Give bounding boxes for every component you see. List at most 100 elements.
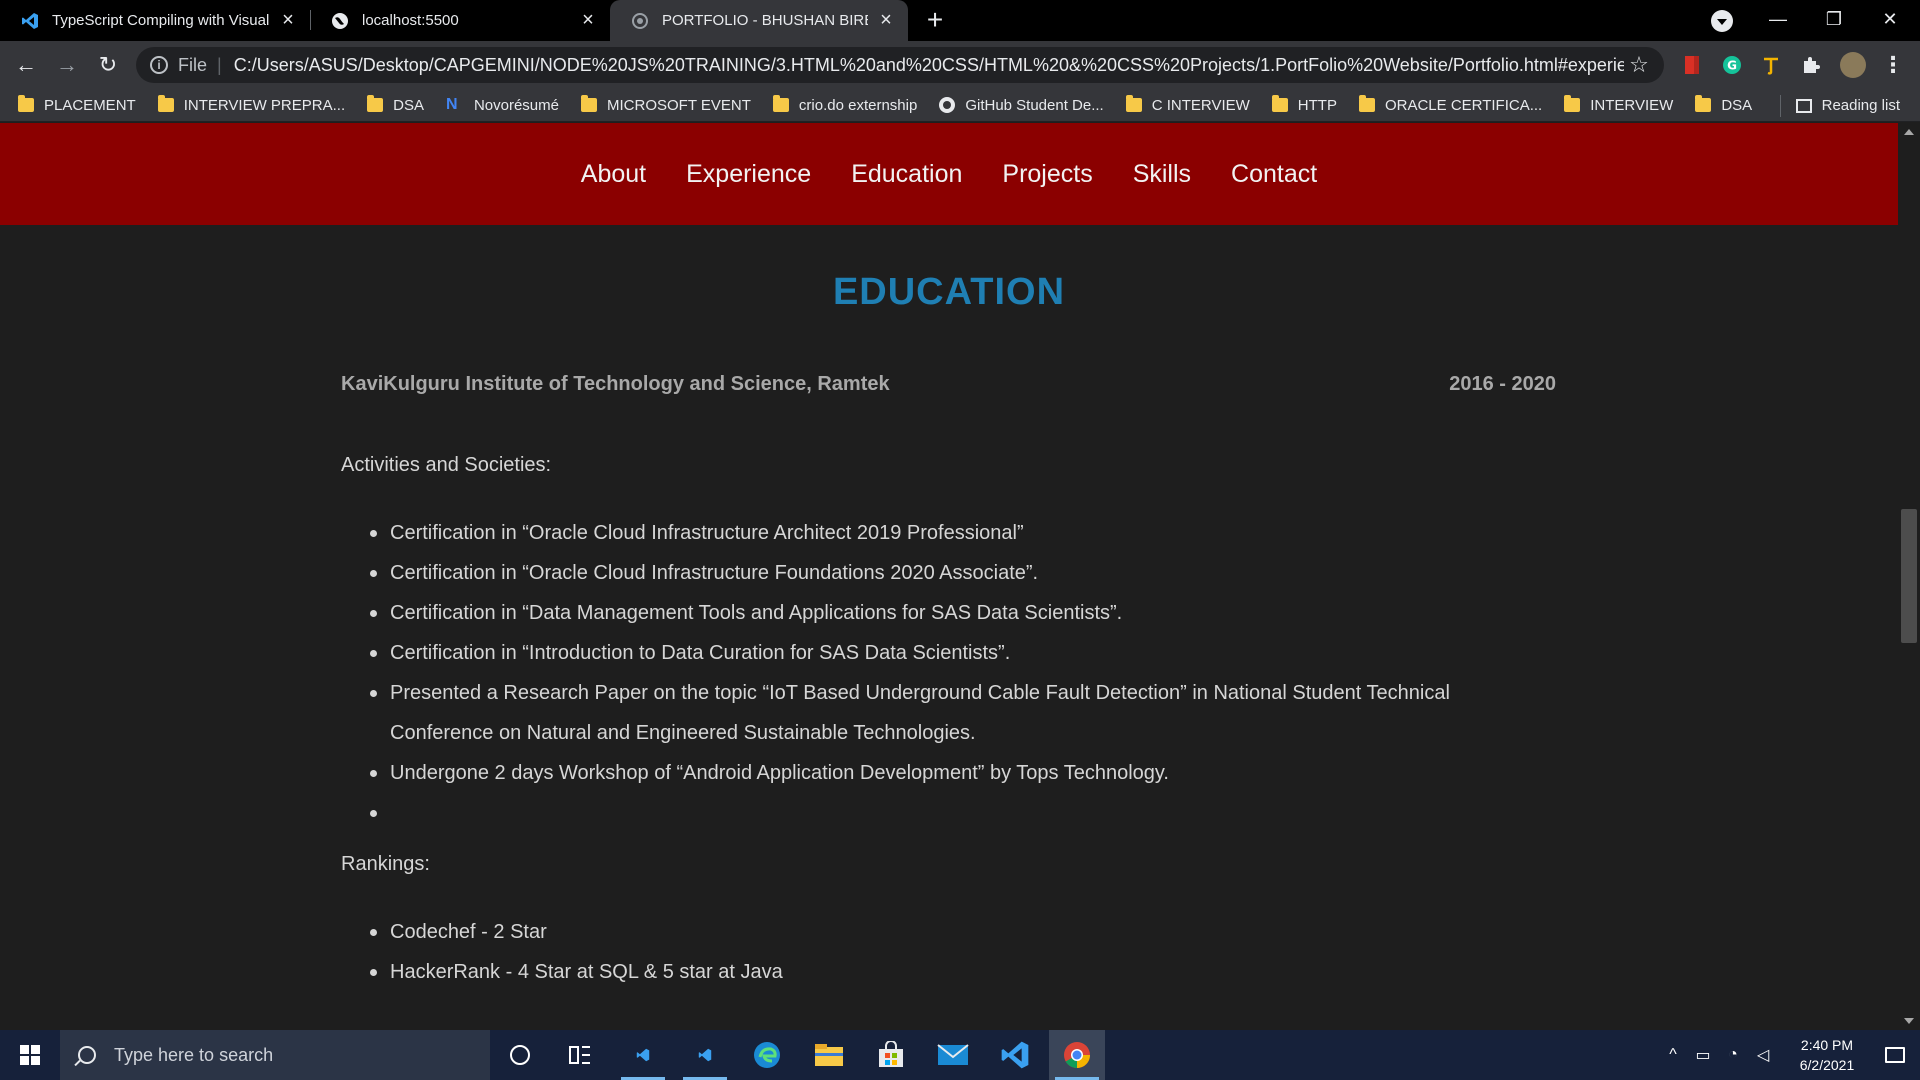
minimize-button[interactable]: — bbox=[1750, 0, 1806, 41]
bookmark-interview[interactable]: INTERVIEW bbox=[1564, 95, 1673, 114]
reload-button[interactable]: ↻ bbox=[92, 49, 124, 81]
list-item: Certification in “Introduction to Data C… bbox=[370, 633, 1556, 673]
bookmarks-divider bbox=[1780, 95, 1781, 117]
bookmark-novoresume[interactable]: N Novorésumé bbox=[446, 97, 559, 114]
bookmark-github-student[interactable]: GitHub Student De... bbox=[939, 96, 1104, 114]
vscode-taskbar-button-2[interactable] bbox=[677, 1030, 733, 1080]
bookmark-http[interactable]: HTTP bbox=[1271, 95, 1337, 114]
task-view-button[interactable] bbox=[552, 1030, 608, 1080]
wifi-icon[interactable]: ◔ bbox=[1718, 1046, 1748, 1064]
screen: TypeScript Compiling with Visual × local… bbox=[0, 0, 1920, 1080]
education-content: KaviKulguru Institute of Technology and … bbox=[341, 373, 1556, 992]
nav-skills[interactable]: Skills bbox=[1133, 160, 1191, 189]
vscode-taskbar-button[interactable] bbox=[615, 1030, 671, 1080]
bookmark-ext-icon[interactable] bbox=[1681, 54, 1703, 76]
section-title: EDUCATION bbox=[832, 271, 1066, 313]
chrome-taskbar-button[interactable] bbox=[1049, 1030, 1105, 1080]
clock[interactable]: 2:40 PM 6/2/2021 bbox=[1784, 1035, 1870, 1075]
url-text[interactable]: C:/Users/ASUS/Desktop/CAPGEMINI/NODE%20J… bbox=[234, 55, 1624, 76]
address-bar[interactable]: i File | C:/Users/ASUS/Desktop/CAPGEMINI… bbox=[136, 47, 1664, 83]
list-item: Codechef - 2 Star bbox=[370, 912, 1556, 952]
tab-search-icon[interactable] bbox=[1711, 10, 1733, 32]
edge-taskbar-button[interactable] bbox=[739, 1030, 795, 1080]
tab-close-icon[interactable]: × bbox=[278, 9, 298, 32]
nav-experience[interactable]: Experience bbox=[686, 160, 811, 189]
activities-heading: Activities and Societies: bbox=[341, 454, 552, 476]
folder-icon bbox=[18, 95, 34, 112]
start-button[interactable] bbox=[0, 1030, 60, 1080]
tab-close-icon[interactable]: × bbox=[876, 9, 896, 32]
new-tab-button[interactable]: + bbox=[920, 4, 950, 36]
nav-education[interactable]: Education bbox=[851, 160, 962, 189]
nav-projects[interactable]: Projects bbox=[1002, 160, 1092, 189]
store-icon bbox=[879, 1041, 903, 1067]
page-scrollbar[interactable] bbox=[1898, 123, 1920, 1030]
list-item bbox=[370, 793, 1556, 833]
info-icon[interactable]: i bbox=[150, 56, 168, 74]
menu-icon[interactable]: ⋮ bbox=[1882, 52, 1904, 77]
bookmark-dsa-2[interactable]: DSA bbox=[1695, 95, 1753, 114]
bookmark-crio[interactable]: crio.do externship bbox=[772, 95, 918, 114]
scroll-down-icon[interactable] bbox=[1904, 1018, 1914, 1024]
notification-button[interactable] bbox=[1870, 1030, 1920, 1080]
puzzle-icon[interactable] bbox=[1800, 54, 1822, 76]
list-item: Certification in “Data Management Tools … bbox=[370, 593, 1556, 633]
restore-button[interactable]: ❐ bbox=[1806, 0, 1862, 41]
github-icon bbox=[939, 97, 956, 113]
scheme-label: File bbox=[178, 54, 208, 75]
volume-icon[interactable]: ◁ bbox=[1748, 1045, 1778, 1065]
taskbar: Type here to search ^ ▭ ◔ ◁ 2:40 PM 6/2/… bbox=[0, 1030, 1920, 1080]
close-window-button[interactable]: ✕ bbox=[1862, 0, 1918, 41]
bookmark-placement[interactable]: PLACEMENT bbox=[18, 95, 136, 114]
translate-ext-icon[interactable] bbox=[1760, 54, 1782, 76]
tab-localhost[interactable]: localhost:5500 × bbox=[310, 0, 610, 41]
scrollbar-thumb[interactable] bbox=[1901, 509, 1917, 643]
vscode-app-button[interactable] bbox=[987, 1030, 1043, 1080]
reading-list-button[interactable]: Reading list bbox=[1795, 89, 1900, 122]
bookmarks-bar: PLACEMENT INTERVIEW PREPRA... DSA N Novor… bbox=[0, 89, 1920, 122]
folder-icon bbox=[157, 95, 174, 112]
bookmark-interview-prepra[interactable]: INTERVIEW PREPRA... bbox=[157, 95, 345, 114]
bookmark-oracle[interactable]: ORACLE CERTIFICA... bbox=[1358, 95, 1542, 114]
reading-list-icon bbox=[1795, 98, 1812, 113]
nav-contact[interactable]: Contact bbox=[1231, 160, 1317, 189]
bookmark-label: GitHub Student De... bbox=[965, 96, 1104, 114]
tab-close-icon[interactable]: × bbox=[578, 9, 598, 32]
folder-icon bbox=[1125, 95, 1142, 112]
nav-about[interactable]: About bbox=[581, 160, 646, 189]
list-item: Certification in “Oracle Cloud Infrastru… bbox=[370, 513, 1556, 553]
chevron-up-icon[interactable]: ^ bbox=[1658, 1046, 1688, 1064]
mail-button[interactable] bbox=[925, 1030, 981, 1080]
battery-icon[interactable]: ▭ bbox=[1688, 1045, 1718, 1065]
tab-portfolio[interactable]: PORTFOLIO - BHUSHAN BIRE × bbox=[610, 0, 908, 41]
forward-button[interactable]: → bbox=[51, 49, 83, 81]
grammarly-icon[interactable]: G bbox=[1721, 54, 1743, 76]
novoresume-icon: N bbox=[445, 96, 458, 113]
institution-name: KaviKulguru Institute of Technology and … bbox=[341, 373, 890, 395]
bookmark-c-interview[interactable]: C INTERVIEW bbox=[1125, 95, 1250, 114]
tab-strip: TypeScript Compiling with Visual × local… bbox=[0, 0, 1920, 41]
mail-icon bbox=[937, 1044, 969, 1065]
back-button[interactable]: ← bbox=[10, 49, 42, 81]
vscode-icon bbox=[1001, 1041, 1029, 1069]
avatar[interactable] bbox=[1840, 52, 1866, 78]
store-button[interactable] bbox=[863, 1030, 919, 1080]
tab-typescript[interactable]: TypeScript Compiling with Visual × bbox=[0, 0, 310, 41]
search-icon bbox=[78, 1046, 96, 1064]
taskbar-search[interactable]: Type here to search bbox=[60, 1030, 490, 1080]
scroll-up-icon[interactable] bbox=[1904, 129, 1914, 135]
bookmark-label: DSA bbox=[1721, 96, 1753, 114]
rankings-heading: Rankings: bbox=[341, 853, 430, 875]
list-item: HackerRank - 4 Star at SQL & 5 star at J… bbox=[370, 952, 1556, 992]
clock-date: 6/2/2021 bbox=[1799, 1057, 1855, 1073]
activities-list: Certification in “Oracle Cloud Infrastru… bbox=[341, 513, 1556, 833]
globe-icon bbox=[330, 11, 350, 31]
bookmark-microsoft-event[interactable]: MICROSOFT EVENT bbox=[581, 95, 751, 114]
bookmark-label: crio.do externship bbox=[798, 96, 918, 114]
cortana-button[interactable] bbox=[492, 1030, 548, 1080]
file-explorer-button[interactable] bbox=[801, 1030, 857, 1080]
site-navbar: About Experience Education Projects Skil… bbox=[0, 123, 1898, 225]
bookmark-dsa[interactable]: DSA bbox=[367, 95, 424, 114]
education-years: 2016 - 2020 bbox=[1449, 373, 1556, 395]
bookmark-star-icon[interactable]: ☆ bbox=[1624, 52, 1654, 78]
